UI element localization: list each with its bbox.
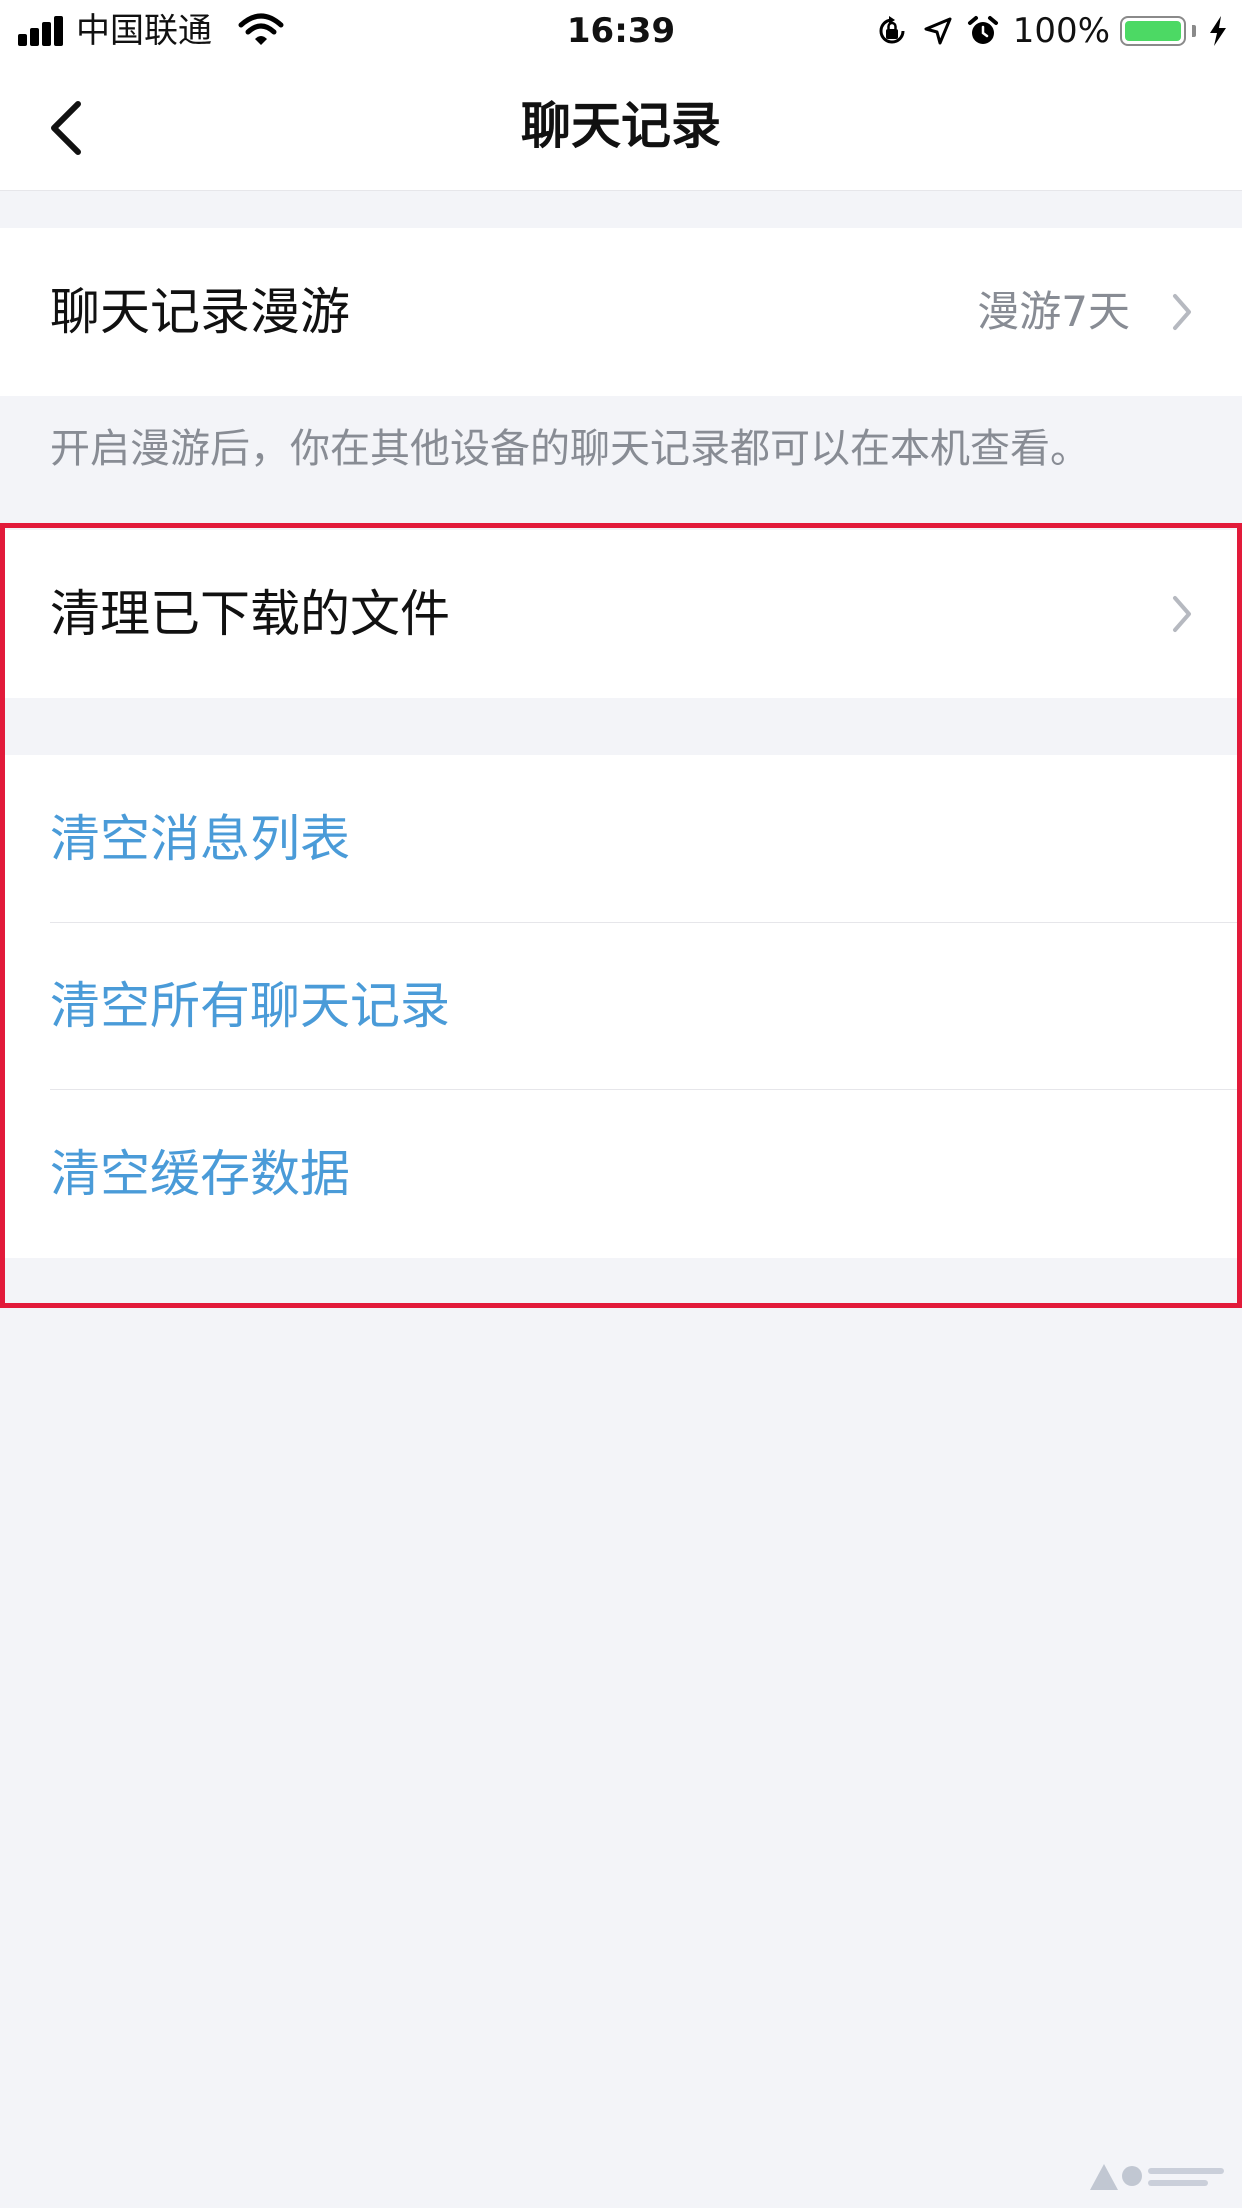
battery-icon (1120, 16, 1186, 46)
watermark-logo (1090, 2164, 1224, 2190)
chevron-right-icon (1173, 294, 1191, 330)
charging-bolt-icon (1210, 16, 1226, 46)
carrier-name: 中国联通 (76, 11, 212, 51)
chat-roaming-label: 聊天记录漫游 (50, 283, 350, 341)
wifi-icon (238, 13, 284, 45)
back-button[interactable] (30, 92, 102, 164)
page-title: 聊天记录 (521, 97, 721, 155)
clear-message-list-button[interactable]: 清空消息列表 (0, 755, 1242, 923)
clear-message-list-label: 清空消息列表 (50, 810, 350, 868)
clear-all-chat-history-button[interactable]: 清空所有聊天记录 (0, 923, 1242, 1090)
status-bar: 中国联通 16:39 100% (0, 0, 1242, 62)
clean-downloaded-files-cell[interactable]: 清理已下载的文件 (0, 530, 1242, 698)
chevron-right-icon (1173, 596, 1191, 632)
location-arrow-icon (924, 17, 952, 45)
clear-cache-data-button[interactable]: 清空缓存数据 (0, 1090, 1242, 1258)
battery-level-fill (1125, 21, 1181, 41)
chat-roaming-cell[interactable]: 聊天记录漫游 漫游7天 (0, 228, 1242, 396)
roaming-duration-value: 漫游7天 (977, 287, 1130, 336)
rotation-lock-icon (879, 16, 905, 44)
cellular-signal-icon (18, 16, 66, 46)
chevron-left-icon (51, 101, 81, 155)
alarm-clock-icon (967, 16, 998, 44)
status-right-group: 100% (875, 8, 1228, 54)
clear-all-chat-history-label: 清空所有聊天记录 (50, 977, 450, 1035)
clean-downloaded-files-label: 清理已下载的文件 (50, 585, 450, 643)
roaming-footnote: 开启漫游后，你在其他设备的聊天记录都可以在本机查看。 (50, 426, 1090, 472)
battery-cap (1192, 25, 1196, 37)
navigation-bar: 聊天记录 (0, 62, 1242, 191)
battery-percentage: 100% (1012, 11, 1110, 51)
clear-cache-data-label: 清空缓存数据 (50, 1145, 350, 1203)
